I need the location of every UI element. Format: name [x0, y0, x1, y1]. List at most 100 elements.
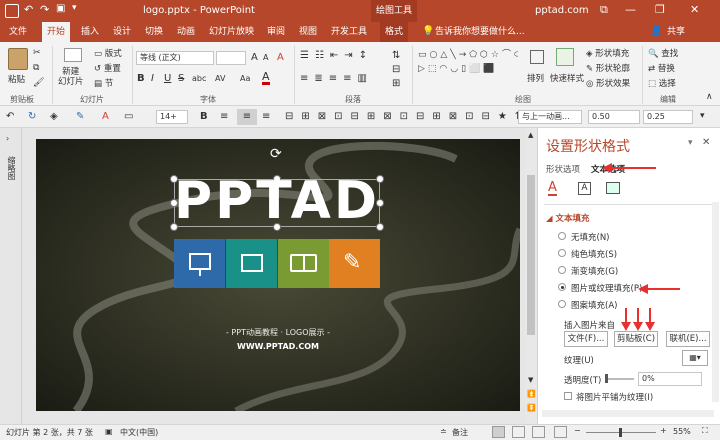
shapes-gallery[interactable]: ▭○△╲→⬠⬡☆⌒⬭▱◇⊂⊃{}▷⬚◠◡▯⬜⬛: [418, 48, 518, 92]
minimize-button[interactable]: —: [625, 3, 636, 16]
text-color-icon[interactable]: A: [102, 111, 109, 122]
layout-button[interactable]: ▭ 版式: [94, 47, 122, 59]
option-no-fill[interactable]: 无填充(N): [571, 231, 610, 243]
share-button[interactable]: 共享: [662, 22, 690, 42]
radio-picture-fill[interactable]: [558, 283, 566, 291]
replace-button[interactable]: ⇄ 替换: [648, 62, 675, 74]
restore-button[interactable]: ❐: [655, 3, 665, 16]
undo-icon[interactable]: ↶: [6, 111, 14, 122]
tab-insert[interactable]: 插入: [76, 22, 104, 42]
shadow-button[interactable]: abc: [192, 74, 206, 83]
new-slide-button[interactable]: 新建 幻灯片: [58, 67, 84, 87]
account-name[interactable]: pptad.com: [535, 5, 589, 16]
redo-icon[interactable]: ↷: [40, 3, 49, 16]
refresh-icon[interactable]: ↻: [28, 111, 36, 122]
language-indicator[interactable]: 中文(中国): [120, 427, 158, 438]
zoom-in-icon[interactable]: +: [660, 426, 667, 435]
font-size-input[interactable]: 14+: [156, 110, 188, 124]
paste-icon[interactable]: [8, 48, 28, 70]
option-pattern-fill[interactable]: 图案填充(A): [571, 299, 617, 311]
tab-view[interactable]: 视图: [294, 22, 322, 42]
select-button[interactable]: ⬚ 选择: [648, 77, 676, 89]
shape-effects-button[interactable]: ◎ 形状效果: [586, 77, 630, 89]
tab-design[interactable]: 设计: [108, 22, 136, 42]
change-case-button[interactable]: Aa: [240, 74, 250, 83]
transparency-slider-thumb[interactable]: [605, 374, 608, 383]
pane-close-icon[interactable]: ✕: [702, 137, 710, 148]
thumbnail-strip[interactable]: › 缩略图: [0, 128, 22, 424]
text-fill-outline-icon[interactable]: A: [548, 181, 557, 196]
arrange-icon[interactable]: [530, 50, 544, 64]
fill-bucket-icon[interactable]: ◈: [50, 111, 58, 122]
width-input[interactable]: 0.50: [588, 110, 640, 124]
shape-fill-button[interactable]: ◈ 形状填充: [586, 47, 629, 59]
pen-color-icon[interactable]: ✎: [76, 111, 84, 122]
collapse-ribbon-icon[interactable]: ∧: [706, 92, 713, 102]
expand-thumbnails-icon[interactable]: ›: [6, 134, 9, 143]
section-button[interactable]: ▤ 节: [94, 77, 113, 89]
pane-menu-icon[interactable]: ▾: [688, 138, 693, 148]
format-painter-icon[interactable]: 🖌: [33, 78, 44, 88]
arrange-button[interactable]: 排列: [527, 72, 544, 84]
notes-button[interactable]: 备注: [452, 427, 468, 438]
reading-view-icon[interactable]: [532, 426, 545, 438]
notes-icon[interactable]: ≐: [440, 427, 447, 436]
align-right-icon[interactable]: ≡: [262, 111, 270, 122]
reset-button[interactable]: ↺ 重置: [94, 62, 121, 74]
bold-button[interactable]: B: [137, 73, 145, 84]
undo-icon[interactable]: ↶: [24, 3, 33, 16]
align-text-icon[interactable]: ⊟: [392, 64, 400, 75]
tab-developer[interactable]: 开发工具: [326, 22, 372, 42]
zoom-level[interactable]: 55%: [673, 427, 691, 436]
save-icon[interactable]: [5, 4, 19, 18]
quick-styles-icon[interactable]: [556, 48, 574, 66]
next-slide-icon[interactable]: ⏬: [527, 404, 536, 412]
texture-picker-icon[interactable]: ▦▾: [682, 350, 708, 366]
height-input[interactable]: 0.25: [643, 110, 693, 124]
fit-slide-icon[interactable]: ⛶: [702, 426, 708, 436]
quick-styles-button[interactable]: 快速样式: [550, 72, 584, 84]
qat-more-icon[interactable]: ▾: [700, 111, 705, 121]
radio-no-fill[interactable]: [558, 232, 566, 240]
tab-animations[interactable]: 动画: [172, 22, 200, 42]
clipboard-button[interactable]: 剪贴板(C): [614, 331, 658, 347]
alignment-tools-icons[interactable]: ⊟⊞⊠⊡⊟⊞⊠⊡⊟⊞⊠⊡⊟★⇅: [285, 111, 531, 122]
radio-pattern-fill[interactable]: [558, 300, 566, 308]
section-text-fill[interactable]: ◢ 文本填充: [546, 212, 590, 224]
option-picture-fill[interactable]: 图片或纹理填充(P): [571, 282, 642, 294]
copy-icon[interactable]: ⧉: [33, 63, 39, 73]
clear-format-icon[interactable]: A: [277, 52, 284, 63]
share-icon[interactable]: 👤: [650, 26, 662, 37]
tab-shape-options[interactable]: 形状选项: [546, 163, 580, 175]
ribbon-display-icon[interactable]: ⧉: [600, 3, 608, 17]
text-effects-icon[interactable]: A: [578, 182, 591, 195]
cut-icon[interactable]: ✂: [33, 48, 41, 58]
tab-review[interactable]: 审阅: [262, 22, 290, 42]
pane-scrollbar[interactable]: [712, 202, 719, 402]
tab-home[interactable]: 开始: [42, 22, 71, 43]
close-button[interactable]: ✕: [690, 3, 699, 16]
slideshow-start-icon[interactable]: ▣: [56, 3, 65, 14]
smartart-icon[interactable]: ⊞: [392, 78, 400, 89]
strikethrough-button[interactable]: S: [178, 73, 184, 84]
font-name-box[interactable]: 等线 (正文): [136, 51, 214, 65]
tile-texture-label[interactable]: 将图片平铺为纹理(I): [576, 391, 653, 403]
align-left-icon[interactable]: ≡: [220, 111, 228, 122]
tab-file[interactable]: 文件: [4, 22, 32, 42]
vertical-scrollbar[interactable]: ▲ ▼ ⏫ ⏬: [525, 128, 537, 424]
font-size-box[interactable]: [216, 51, 246, 65]
paste-button[interactable]: 粘贴: [8, 73, 25, 85]
list-buttons[interactable]: ☰☷⇤⇥↕: [300, 50, 373, 61]
option-gradient-fill[interactable]: 渐变填充(G): [571, 265, 618, 277]
slide-title[interactable]: PPTAD: [174, 172, 380, 230]
tile-checkbox[interactable]: [564, 392, 572, 400]
tab-transitions[interactable]: 切换: [140, 22, 168, 42]
textbox-icon[interactable]: [606, 182, 620, 194]
pane-horizontal-scrollbar[interactable]: [542, 410, 714, 417]
italic-button[interactable]: I: [151, 73, 154, 84]
shrink-font-icon[interactable]: A: [263, 53, 268, 62]
tell-me-box[interactable]: 告诉我你想要做什么...: [430, 22, 530, 42]
transparency-slider[interactable]: [606, 378, 634, 380]
online-button[interactable]: 联机(E)...: [666, 331, 710, 347]
normal-view-icon[interactable]: [492, 426, 505, 438]
